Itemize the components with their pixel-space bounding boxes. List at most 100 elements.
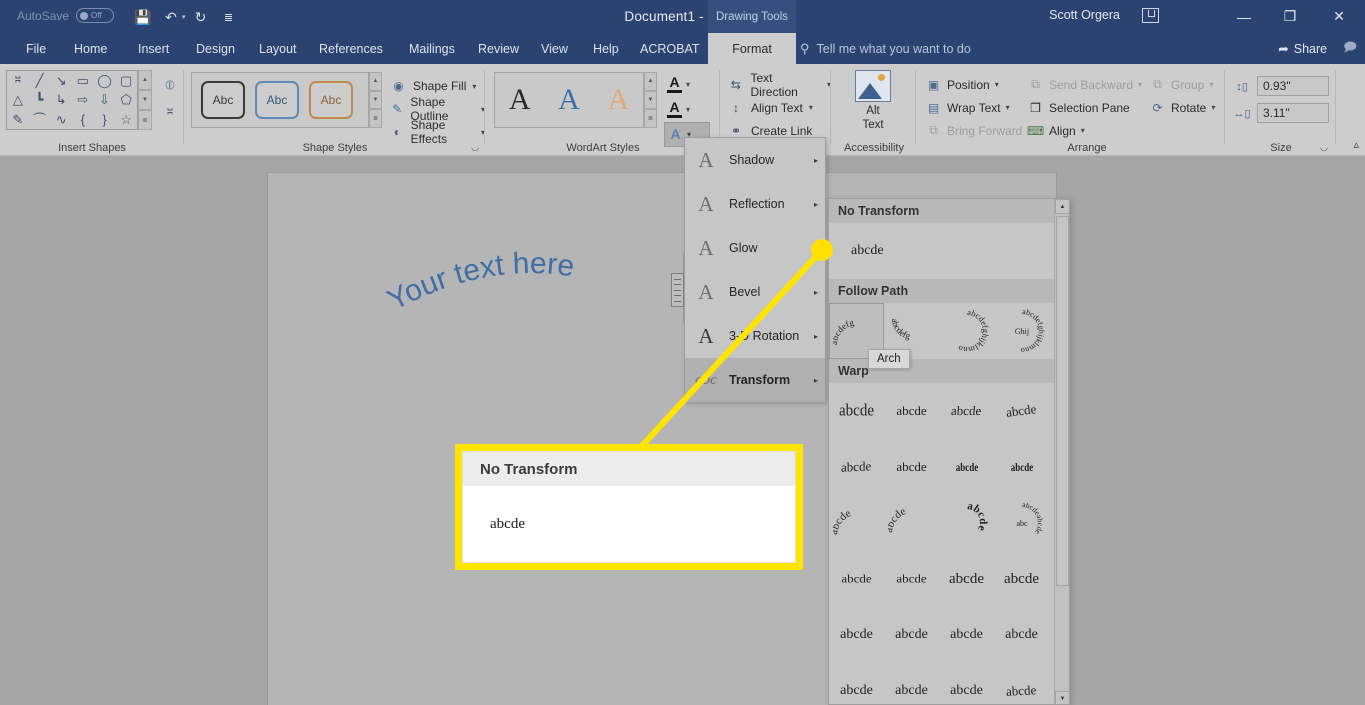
shape-pentagon-icon[interactable]: ⬠ (115, 90, 137, 109)
warp-item[interactable]: abcde (829, 607, 884, 663)
warp-item[interactable]: abcde (829, 495, 884, 551)
wordart-gallery-scroll[interactable]: ▲ ▼ ≣ (644, 72, 657, 129)
tell-me-search[interactable]: ⚲ Tell me what you want to do (800, 33, 971, 64)
align-button[interactable]: ⌨ Align ▾ (1027, 120, 1085, 141)
shape-styles-scroll[interactable]: ▲ ▼ ≣ (369, 72, 382, 129)
minimize-button[interactable]: — (1221, 0, 1267, 33)
warp-item[interactable]: abcde (939, 607, 994, 663)
menu-item-shadow[interactable]: A Shadow ▸ (685, 138, 825, 182)
transform-circle[interactable]: abcdefghijklmno (939, 303, 994, 359)
warp-item[interactable]: abcde (884, 551, 939, 607)
chevron-down-icon[interactable]: ▾ (1006, 103, 1010, 112)
gallery-scrollbar[interactable]: ▲ ▼ (1054, 199, 1069, 704)
tab-review[interactable]: Review (466, 33, 531, 64)
shape-curve-icon[interactable]: ⏜ (29, 110, 51, 129)
wordart-textbox[interactable]: Your text here (382, 247, 648, 323)
warp-item[interactable]: abcde (939, 495, 994, 551)
tab-format[interactable]: Format (708, 33, 796, 64)
wordart-style-1[interactable]: A (509, 85, 531, 115)
shape-elbow-connector-icon[interactable]: ┗ (29, 90, 51, 109)
shape-freeform-icon[interactable]: ✎ (7, 110, 29, 129)
shape-down-arrow-icon[interactable]: ⇩ (94, 90, 116, 109)
edit-shape-icon[interactable]: ⦶ (156, 74, 184, 96)
chevron-down-icon[interactable]: ▾ (1211, 103, 1215, 112)
menu-item-bevel[interactable]: A Bevel ▸ (685, 270, 825, 314)
align-text-button[interactable]: ↕ Align Text ▾ (727, 97, 813, 118)
scrollbar-thumb[interactable] (1056, 216, 1069, 586)
shape-line-icon[interactable]: ╱ (29, 71, 51, 90)
selection-pane-button[interactable]: ❒ Selection Pane (1027, 97, 1130, 118)
tab-acrobat[interactable]: ACROBAT (628, 33, 712, 64)
search-input[interactable]: Tell me what you want to do (817, 42, 971, 56)
text-box-icon[interactable]: ⎶ (156, 102, 184, 124)
warp-item[interactable]: abcdeabcde abc (994, 495, 1049, 551)
wordart-style-2[interactable]: A (558, 85, 580, 115)
shape-style-chip-3[interactable]: Abc (309, 81, 353, 119)
chevron-down-icon[interactable]: ▾ (1081, 126, 1085, 135)
collapse-ribbon-icon[interactable]: ▵ (1353, 138, 1359, 151)
comments-icon[interactable]: 🗩 (1343, 38, 1357, 59)
text-fill-button[interactable]: A ▾ (664, 72, 710, 97)
warp-item[interactable]: abcde (884, 439, 939, 495)
chevron-down-icon[interactable]: ▾ (686, 105, 690, 114)
position-button[interactable]: ▣ Position ▾ (925, 74, 999, 95)
shape-oval-icon[interactable]: ◯ (94, 71, 116, 90)
tab-file[interactable]: File (14, 33, 58, 64)
size-dialog-launcher[interactable]: ◡ (1320, 142, 1328, 153)
shape-triangle-icon[interactable]: △ (7, 90, 29, 109)
tab-layout[interactable]: Layout (247, 33, 309, 64)
shape-height-input[interactable]: 0.93" (1257, 76, 1329, 96)
shapes-gallery-scroll[interactable]: ▲ ▼ ≣ (138, 70, 152, 130)
rotation-handle[interactable] (671, 273, 684, 307)
tab-references[interactable]: References (307, 33, 395, 64)
shape-elbow-arrow-icon[interactable]: ↳ (50, 90, 72, 109)
tab-mailings[interactable]: Mailings (397, 33, 467, 64)
wordart-gallery[interactable]: A A A (494, 72, 644, 128)
shape-style-chip-2[interactable]: Abc (255, 81, 299, 119)
tab-home[interactable]: Home (62, 33, 119, 64)
shape-star-icon[interactable]: ☆ (115, 110, 137, 129)
warp-item[interactable]: abcde (884, 383, 939, 439)
warp-item[interactable]: abcde (829, 383, 884, 439)
text-direction-button[interactable]: ⇆ Text Direction ▾ (727, 71, 831, 99)
shape-effects-button[interactable]: ◐ Shape Effects ▾ (390, 118, 485, 146)
menu-item-glow[interactable]: A Glow ▸ (685, 226, 825, 270)
shape-outline-button[interactable]: ✎ Shape Outline ▾ (390, 95, 485, 123)
warp-item[interactable]: abcde (939, 383, 994, 439)
shape-styles-scroll-up-icon[interactable]: ▲ (369, 72, 382, 91)
menu-item-reflection[interactable]: A Reflection ▸ (685, 182, 825, 226)
warp-item[interactable]: abcde (994, 439, 1049, 495)
alt-text-button[interactable]: Alt Text (842, 70, 904, 132)
shape-right-arrow-icon[interactable]: ⇨ (72, 90, 94, 109)
shapes-scroll-up-icon[interactable]: ▲ (138, 70, 152, 90)
ribbon-display-options-icon[interactable] (1142, 8, 1159, 23)
text-outline-button[interactable]: A ▾ (664, 97, 710, 122)
shape-style-chip-1[interactable]: Abc (201, 81, 245, 119)
chevron-down-icon[interactable]: ▾ (472, 82, 476, 91)
warp-item[interactable]: abcde (829, 663, 884, 704)
shape-styles-scroll-down-icon[interactable]: ▼ (369, 90, 382, 110)
no-transform-item[interactable]: abcde (829, 223, 1069, 279)
rotate-button[interactable]: ⟳ Rotate ▾ (1149, 97, 1215, 118)
chevron-down-icon[interactable]: ▾ (686, 80, 690, 89)
share-button[interactable]: ➦ Share (1278, 41, 1327, 57)
close-button[interactable]: ✕ (1313, 0, 1365, 33)
scroll-down-icon[interactable]: ▼ (1055, 691, 1069, 704)
warp-item[interactable]: abcde (994, 551, 1049, 607)
shape-styles-gallery[interactable]: Abc Abc Abc (191, 72, 369, 128)
tab-help[interactable]: Help (581, 33, 631, 64)
warp-item[interactable]: abcde (884, 607, 939, 663)
shape-scribble-icon[interactable]: ∿ (50, 110, 72, 129)
chevron-down-icon[interactable]: ▾ (995, 80, 999, 89)
tab-design[interactable]: Design (184, 33, 247, 64)
shape-arrow-icon[interactable]: ↘ (50, 71, 72, 90)
shape-text-box-icon[interactable]: ⎶ (7, 71, 29, 90)
wordart-scroll-down-icon[interactable]: ▼ (644, 90, 657, 110)
shape-fill-button[interactable]: ◉ Shape Fill ▾ (390, 75, 476, 97)
menu-item-3d-rotation[interactable]: A 3-D Rotation ▸ (685, 314, 825, 358)
menu-item-transform[interactable]: abc Transform ▸ (685, 358, 825, 402)
tab-view[interactable]: View (529, 33, 580, 64)
warp-item[interactable]: abcde (939, 663, 994, 704)
shapes-gallery-more-icon[interactable]: ≣ (138, 110, 152, 130)
warp-item[interactable]: abcde (884, 663, 939, 704)
